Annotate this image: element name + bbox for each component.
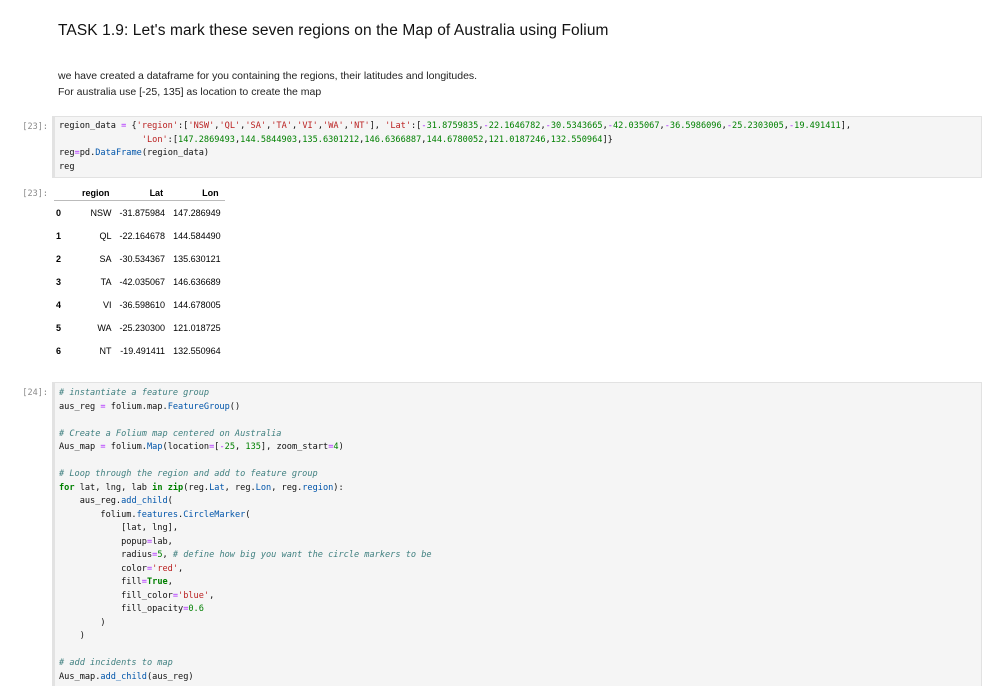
- page-title: TASK 1.9: Let's mark these seven regions…: [58, 22, 609, 39]
- input-prompt-2: [24]:: [22, 388, 48, 398]
- region-cell: NSW: [90, 207, 112, 218]
- lon-cell: 132.550964: [173, 345, 221, 356]
- lat-cell: -36.598610: [119, 299, 166, 310]
- lat-cell: -25.230300: [119, 322, 166, 333]
- input-prompt-1: [23]:: [22, 122, 48, 132]
- column-header: region: [82, 188, 110, 198]
- row-index: 2: [56, 253, 62, 264]
- lat-cell: -22.164678: [119, 230, 166, 241]
- index-header: [54, 186, 76, 201]
- table-row: 0 NSW -31.875984 147.286949: [54, 200, 225, 224]
- lat-cell: -19.491411: [120, 345, 166, 356]
- lon-cell: 144.678005: [173, 299, 221, 310]
- region-cell: WA: [97, 322, 112, 333]
- region-cell: NT: [99, 345, 112, 356]
- lat-cell: -30.534367: [119, 253, 166, 264]
- row-index: 6: [56, 345, 62, 356]
- lat-cell: -31.875984: [119, 207, 166, 218]
- table-row: 3 TA -42.035067 146.636689: [54, 270, 225, 293]
- lon-cell: 147.286949: [173, 207, 221, 218]
- code-cell-1[interactable]: region_data = {'region':['NSW','QL','SA'…: [52, 116, 982, 178]
- table-row: 6 NT -19.491411 132.550964: [54, 339, 225, 362]
- lon-cell: 121.018725: [173, 322, 221, 333]
- table-row: 1 QL -22.164678 144.584490: [54, 224, 225, 247]
- code-cell-2[interactable]: # instantiate a feature group aus_reg = …: [52, 382, 982, 686]
- column-header: Lat: [149, 188, 164, 198]
- description-line-1: we have created a dataframe for you cont…: [58, 70, 478, 82]
- region-cell: SA: [99, 253, 112, 264]
- lat-cell: -42.035067: [119, 276, 166, 287]
- lon-cell: 135.630121: [173, 253, 221, 264]
- region-cell: VI: [103, 299, 112, 310]
- dataframe-table: region Lat Lon 0 NSW -31.875984 147.286949 1…: [54, 186, 225, 362]
- row-index: 3: [56, 276, 62, 287]
- region-cell: QL: [99, 230, 112, 241]
- table-row: 5 WA -25.230300 121.018725: [54, 316, 225, 339]
- row-index: 5: [56, 322, 62, 333]
- column-header: Lon: [202, 188, 219, 198]
- output-prompt-1: [23]:: [22, 189, 48, 199]
- region-cell: TA: [100, 276, 112, 287]
- description-line-2: For australia use [-25, 135] as location…: [58, 86, 322, 98]
- lon-cell: 144.584490: [173, 230, 221, 241]
- row-index: 4: [56, 299, 62, 310]
- row-index: 1: [56, 230, 62, 241]
- lon-cell: 146.636689: [173, 276, 221, 287]
- table-row: 4 VI -36.598610 144.678005: [54, 293, 225, 316]
- table-header-row: region Lat Lon: [54, 186, 225, 201]
- row-index: 0: [56, 207, 62, 218]
- table-row: 2 SA -30.534367 135.630121: [54, 247, 225, 270]
